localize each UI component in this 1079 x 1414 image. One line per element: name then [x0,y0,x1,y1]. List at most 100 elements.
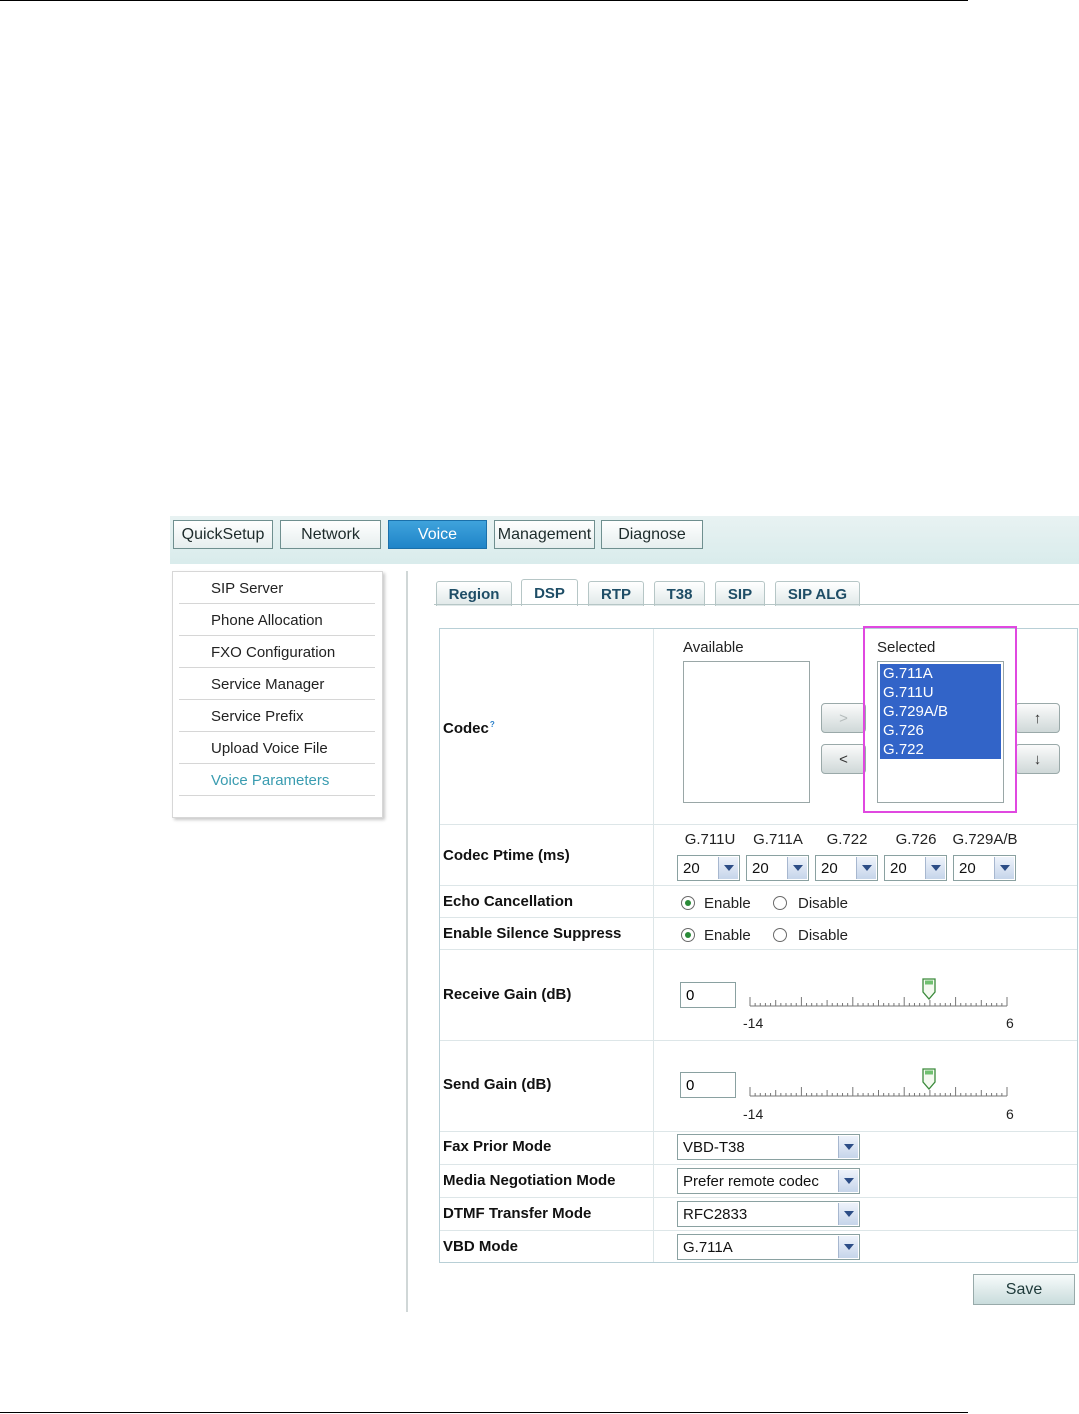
row-divider [440,1131,1077,1132]
tab-t38[interactable]: T38 [654,581,705,606]
send-gain-max-label: 6 [1006,1106,1014,1122]
sidebar-item-upload-voice-file[interactable]: Upload Voice File [179,733,375,764]
nav-voice[interactable]: Voice [388,520,487,549]
vbd-mode-label: VBD Mode [443,1238,518,1255]
nav-network[interactable]: Network [280,520,381,549]
chevron-down-icon [838,1170,858,1192]
receive-gain-min-label: -14 [743,1015,764,1031]
codec-label: Codec? [443,720,495,737]
media-negotiation-mode-select[interactable]: Prefer remote codec [677,1168,860,1194]
chevron-down-icon [925,857,945,879]
send-gain-slider-scale [749,1087,1008,1097]
ptime-header-g729ab: G.729A/B [952,831,1018,848]
row-divider [440,1164,1077,1165]
ptime-select-g711u[interactable]: 20 [677,855,740,881]
row-divider [440,885,1077,886]
dtmf-transfer-mode-select[interactable]: RFC2833 [677,1201,860,1227]
vbd-mode-select[interactable]: G.711A [677,1234,860,1260]
row-divider [440,917,1077,918]
add-codec-button[interactable]: > [821,703,866,733]
ptime-value: 20 [683,860,700,877]
page-bottom-rule [0,1412,968,1413]
sidebar-item-service-manager[interactable]: Service Manager [179,669,375,700]
tab-sip[interactable]: SIP [715,581,765,606]
tab-sip-alg[interactable]: SIP ALG [775,581,860,606]
save-button[interactable]: Save [973,1274,1075,1305]
sidebar-item-voice-parameters[interactable]: Voice Parameters [179,765,375,796]
fax-prior-mode-label: Fax Prior Mode [443,1138,552,1155]
fax-prior-mode-select[interactable]: VBD-T38 [677,1134,860,1160]
sidebar-menu: SIP Server Phone Allocation FXO Configur… [172,571,383,818]
sidebar-item-fxo-configuration[interactable]: FXO Configuration [179,637,375,668]
slider-ticks [749,997,1008,1007]
remove-codec-button[interactable]: < [821,744,866,774]
silence-enable-label: Enable [704,927,751,944]
silence-disable-radio[interactable] [773,928,787,942]
ptime-header-g711a: G.711A [753,831,803,848]
select-value: Prefer remote codec [683,1173,819,1190]
sidebar-item-sip-server[interactable]: SIP Server [179,573,375,604]
chevron-down-icon [838,1203,858,1225]
ptime-value: 20 [752,860,769,877]
ptime-header-g726: G.726 [895,831,937,848]
echo-enable-label: Enable [704,895,751,912]
ptime-select-g729ab[interactable]: 20 [953,855,1016,881]
page-top-rule [0,0,968,1]
chevron-down-icon [856,857,876,879]
chevron-down-icon [838,1136,858,1158]
chevron-down-icon [718,857,738,879]
row-divider [440,1197,1077,1198]
codec-label-text: Codec [443,720,489,737]
send-gain-input[interactable] [680,1072,736,1098]
ptime-select-g711a[interactable]: 20 [746,855,809,881]
sidebar-item-service-prefix[interactable]: Service Prefix [179,701,375,732]
available-title: Available [683,639,744,656]
row-divider [440,949,1077,950]
nav-diagnose[interactable]: Diagnose [601,520,703,549]
ptime-value: 20 [890,860,907,877]
receive-gain-input[interactable] [680,982,736,1008]
ptime-header-g722: G.722 [826,831,868,848]
chevron-down-icon [838,1236,858,1258]
content-divider [406,571,408,1312]
tab-strip-line [434,604,1079,605]
sidebar-item-phone-allocation[interactable]: Phone Allocation [179,605,375,636]
nav-quicksetup[interactable]: QuickSetup [173,520,273,549]
row-divider [440,824,1077,825]
send-gain-label: Send Gain (dB) [443,1076,552,1093]
row-divider [440,1230,1077,1231]
tab-rtp[interactable]: RTP [588,581,644,606]
echo-cancellation-label: Echo Cancellation [443,893,574,910]
tab-dsp[interactable]: DSP [521,579,578,606]
silence-suppress-label: Enable Silence Suppress [443,925,622,942]
move-up-button[interactable]: ↑ [1015,703,1060,733]
ptime-select-g726[interactable]: 20 [884,855,947,881]
chevron-down-icon [994,857,1014,879]
select-value: G.711A [683,1239,733,1256]
ptime-label: Codec Ptime (ms) [443,847,570,864]
tab-region[interactable]: Region [436,581,512,606]
receive-gain-max-label: 6 [1006,1015,1014,1031]
available-codecs-list[interactable] [683,661,810,803]
ptime-select-g722[interactable]: 20 [815,855,878,881]
echo-enable-radio[interactable] [681,896,695,910]
send-gain-slider-thumb[interactable] [922,1068,936,1090]
selected-codecs-highlight [863,626,1017,813]
top-nav-bar: QuickSetup Network Voice Management Diag… [170,516,1079,564]
select-value: RFC2833 [683,1206,748,1223]
ptime-value: 20 [821,860,838,877]
receive-gain-slider-thumb[interactable] [922,978,936,1000]
silence-disable-label: Disable [798,927,849,944]
echo-disable-radio[interactable] [773,896,787,910]
select-value: VBD-T38 [683,1139,745,1156]
chevron-down-icon [787,857,807,879]
router-web-ui: QuickSetup Network Voice Management Diag… [170,516,1079,1312]
silence-enable-radio[interactable] [681,928,695,942]
nav-management[interactable]: Management [494,520,595,549]
help-icon[interactable]: ? [490,720,495,729]
ptime-header-g711u: G.711U [684,831,736,848]
media-negotiation-mode-label: Media Negotiation Mode [443,1172,616,1189]
form-column-divider [653,629,654,1262]
row-divider [440,1040,1077,1041]
move-down-button[interactable]: ↓ [1015,744,1060,774]
